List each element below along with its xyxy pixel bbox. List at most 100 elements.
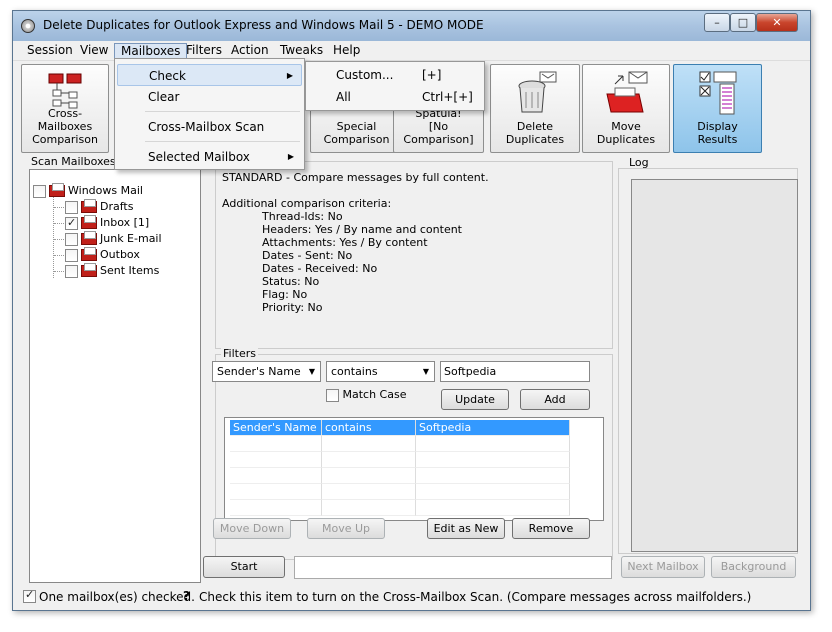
cross-mailboxes-comparison-button[interactable]: Cross-Mailboxes Comparison: [21, 64, 109, 153]
tree-item-drafts[interactable]: Drafts: [65, 199, 133, 215]
tree-item-label: Inbox [1]: [100, 216, 150, 229]
toolbar-label: Display: [697, 120, 738, 133]
table-cell[interactable]: Softpedia: [416, 420, 570, 436]
move-duplicates-button[interactable]: Move Duplicates: [582, 64, 670, 153]
filter-operator-select[interactable]: contains ▼: [326, 361, 435, 382]
folder-mail-icon: [81, 263, 97, 277]
trash-can-icon: [518, 71, 557, 113]
table-cell[interactable]: Sender's Name: [230, 420, 322, 436]
help-icon: ?: [183, 589, 190, 603]
menu-item-cross-mailbox-scan[interactable]: Cross-Mailbox Scan: [117, 116, 302, 138]
background-button[interactable]: Background: [711, 556, 796, 578]
tree-item-sent[interactable]: Sent Items: [65, 263, 159, 279]
tree-item-inbox[interactable]: Inbox [1]: [65, 215, 149, 231]
menu-item-label: Check: [149, 69, 186, 83]
tree-item-windows-mail[interactable]: Windows Mail: [33, 183, 143, 199]
update-button[interactable]: Update: [441, 389, 509, 410]
filters-label: Filters: [221, 347, 258, 360]
mailbox-checkbox[interactable]: [65, 232, 78, 246]
tree-item-outbox[interactable]: Outbox: [65, 247, 140, 263]
mailbox-icon: [49, 183, 65, 197]
chevron-down-icon: ▼: [308, 367, 316, 376]
match-case-checkbox[interactable]: Match Case: [326, 388, 406, 402]
folder-mail-icon: [81, 215, 97, 229]
minimize-button[interactable]: –: [704, 13, 730, 32]
comparison-mode-text: STANDARD - Compare messages by full cont…: [222, 171, 489, 184]
add-button[interactable]: Add: [520, 389, 590, 410]
criteria-item: Status: No: [262, 275, 320, 288]
toolbar-label: Duplicates: [505, 133, 565, 146]
edit-as-new-button[interactable]: Edit as New: [427, 518, 505, 539]
match-case-box[interactable]: [326, 388, 339, 402]
criteria-title: Additional comparison criteria:: [222, 197, 392, 210]
move-down-button[interactable]: Move Down: [213, 518, 291, 539]
tree-item-label: Windows Mail: [68, 184, 143, 197]
tree-item-label: Outbox: [100, 248, 140, 261]
delete-duplicates-button[interactable]: Delete Duplicates: [490, 64, 580, 153]
shortcut-label: [+]: [422, 68, 442, 82]
mailbox-checkbox[interactable]: [65, 248, 78, 262]
folder-mail-icon: [81, 231, 97, 245]
submenu-arrow-icon: ▶: [286, 71, 293, 80]
status-checkbox: [23, 588, 36, 603]
mailboxes-dropdown-menu: Check ▶ Clear Cross-Mailbox Scan Selected…: [114, 58, 305, 170]
mailbox-checkbox[interactable]: [65, 264, 78, 278]
filter-operator-value: contains: [331, 365, 378, 378]
remove-button[interactable]: Remove: [512, 518, 590, 539]
maximize-button[interactable]: □: [730, 13, 756, 32]
mailbox-checkbox[interactable]: [33, 184, 46, 198]
log-area[interactable]: [631, 179, 798, 552]
mailbox-tree[interactable]: Windows Mail Drafts Inbox [1] Junk E-mai…: [29, 169, 201, 583]
mailbox-checkbox[interactable]: [65, 215, 78, 231]
log-panel: [618, 168, 798, 554]
menu-item-selected-mailbox[interactable]: Selected Mailbox ▶: [117, 146, 302, 168]
criteria-item: Headers: Yes / By name and content: [262, 223, 462, 236]
shortcut-label: Ctrl+[+]: [422, 90, 473, 104]
window-title: Delete Duplicates for Outlook Express an…: [43, 18, 484, 32]
menu-session[interactable]: Session: [21, 43, 79, 60]
menu-item-check[interactable]: Check ▶: [117, 64, 302, 86]
close-button[interactable]: ✕: [756, 13, 798, 32]
filters-table[interactable]: Sender's Name contains Softpedia: [224, 417, 604, 521]
menu-view[interactable]: View: [74, 43, 114, 60]
mailbox-checkbox[interactable]: [65, 200, 78, 214]
chevron-down-icon: ▼: [422, 367, 430, 376]
toolbar-label: Duplicates: [596, 133, 656, 146]
table-cell[interactable]: contains: [322, 420, 416, 436]
filter-value-input[interactable]: Softpedia: [440, 361, 590, 382]
toolbar-label: [No Comparison]: [403, 120, 474, 146]
match-case-label: Match Case: [342, 388, 407, 401]
tree-item-label: Junk E-mail: [100, 232, 162, 245]
filter-field-value: Sender's Name: [217, 365, 301, 378]
toolbar-label: Delete: [516, 120, 554, 133]
menu-item-clear[interactable]: Clear: [117, 86, 302, 108]
criteria-item: Priority: No: [262, 301, 323, 314]
tree-item-junk[interactable]: Junk E-mail: [65, 231, 162, 247]
menu-item-label: Clear: [148, 90, 180, 104]
menu-item-label: Selected Mailbox: [148, 150, 250, 164]
scan-mailboxes-label: Scan Mailboxes: [31, 155, 116, 168]
filter-field-select[interactable]: Sender's Name ▼: [212, 361, 321, 382]
status-hint-text: Check this item to turn on the Cross-Mai…: [199, 590, 752, 604]
folder-mail-icon: [81, 199, 97, 213]
status-bar: One mailbox(es) checked. ? Check this it…: [13, 585, 810, 611]
next-mailbox-button[interactable]: Next Mailbox: [621, 556, 705, 578]
submenu-item-label: All: [336, 90, 351, 104]
check-submenu: Custom... [+] All Ctrl+[+]: [305, 61, 485, 111]
progress-bar: [294, 556, 612, 579]
tree-item-label: Drafts: [100, 200, 134, 213]
start-button[interactable]: Start: [203, 556, 285, 578]
menu-item-label: Cross-Mailbox Scan: [148, 120, 265, 134]
move-up-button[interactable]: Move Up: [307, 518, 385, 539]
comparison-info-panel: STANDARD - Compare messages by full cont…: [215, 161, 613, 349]
submenu-item-custom[interactable]: Custom... [+]: [308, 64, 482, 86]
title-bar[interactable]: Delete Duplicates for Outlook Express an…: [13, 11, 810, 41]
submenu-item-all[interactable]: All Ctrl+[+]: [308, 86, 482, 108]
menu-help[interactable]: Help: [327, 43, 366, 60]
tree-item-label: Sent Items: [100, 264, 160, 277]
app-icon: [21, 19, 35, 33]
submenu-arrow-icon: ▶: [287, 152, 294, 161]
folder-mail-icon: [81, 247, 97, 261]
toolbar-label: Comparison: [32, 133, 98, 146]
display-results-button[interactable]: Display Results: [673, 64, 762, 153]
